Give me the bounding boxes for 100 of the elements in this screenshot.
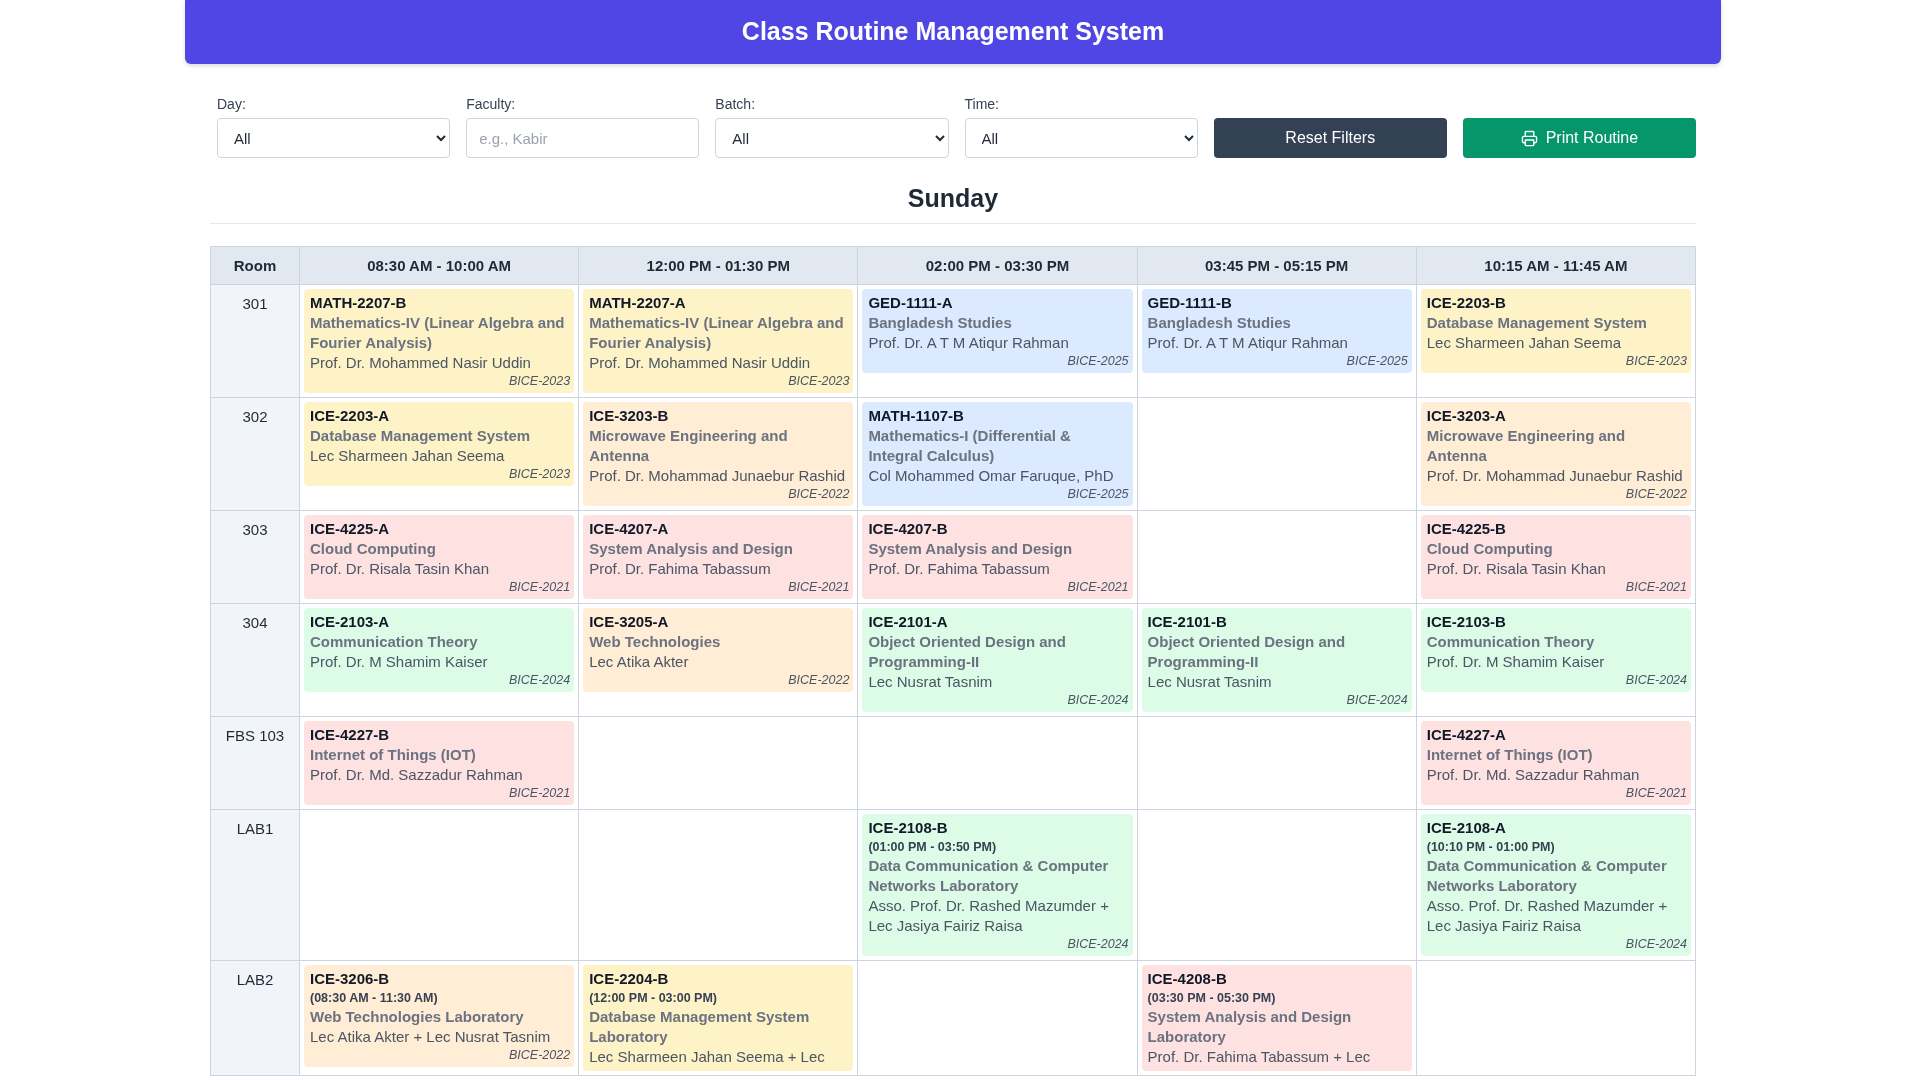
batch-label: BICE-2021 [788, 579, 850, 595]
printer-icon [1520, 129, 1538, 147]
faculty-name: Prof. Dr. Md. Sazzadur Rahman [1426, 765, 1641, 785]
batch-label: BICE-2024 [1625, 672, 1687, 688]
course-title: Web Technologies Laboratory [310, 1007, 525, 1027]
faculty-name: Lec Sharmeen Jahan Seema [1426, 333, 1623, 353]
batch-label: BICE-2022 [788, 486, 850, 502]
filter-dropdown[interactable]: All [964, 118, 1198, 158]
course-title: System Analysis and Design [589, 539, 794, 559]
course-title: Bangladesh Studies [1147, 313, 1292, 333]
print-routine-button[interactable]: Print Routine [1462, 118, 1696, 158]
filter-label: Batch: [715, 96, 757, 112]
faculty-name: Prof. Dr. M Shamim Kaiser [310, 652, 489, 672]
filter-label: Time: [964, 96, 1000, 112]
batch-label: BICE-2024 [1346, 692, 1408, 708]
course-code: GED-1111-B [1147, 293, 1233, 313]
course-code: ICE-2101-A [868, 612, 949, 632]
course-title: Cloud Computing [310, 539, 437, 559]
batch-label: BICE-2022 [788, 672, 850, 688]
faculty-name: Prof. Dr. M Shamim Kaiser [1426, 652, 1606, 672]
faculty-name: Prof. Dr. Mohammad Junaebur Rashid [589, 466, 847, 486]
course-title: Communication Theory [1426, 632, 1596, 652]
faculty-name: Prof. Dr. Fahima Tabassum [868, 559, 1051, 579]
course-title: Mathematics-I (Differential & Integral Calculus) [868, 426, 1072, 466]
course-code: ICE-4227-A [1426, 725, 1507, 745]
course-code: ICE-2203-A [310, 406, 391, 426]
course-code: ICE-2103-A [310, 612, 391, 632]
course-code: ICE-3205-A [589, 612, 670, 632]
class-time: (03:30 PM - 05:30 PM) [1147, 990, 1277, 1007]
room-cell: 304 [210, 603, 300, 717]
course-code: ICE-4207-B [868, 519, 949, 539]
faculty-name: Prof. Dr. Mohammad Junaebur Rashid [1426, 466, 1684, 486]
faculty-name: Asso. Prof. Dr. Rashed Mazumder + Lec Jasiya Fairiz Raisa [868, 896, 1110, 936]
faculty-name: Prof. Dr. Md. Sazzadur Rahman [310, 765, 524, 785]
filter-dropdown[interactable]: All [715, 118, 949, 158]
course-code: ICE-4227-B [310, 725, 391, 745]
room-cell: LAB2 [210, 960, 300, 1076]
batch-label: BICE-2025 [1067, 486, 1129, 502]
batch-label: BICE-2025 [1067, 353, 1129, 369]
faculty-name: Prof. Dr. Fahima Tabassum [589, 559, 772, 579]
course-code: MATH-2207-B [310, 293, 408, 313]
course-title: Cloud Computing [1426, 539, 1554, 559]
column-header: 02:00 PM - 03:30 PM [857, 246, 1138, 285]
course-code: ICE-2204-B [589, 969, 670, 989]
faculty-search-field[interactable]: e.g., Kabir [466, 118, 700, 158]
course-code: ICE-4208-B [1147, 969, 1228, 989]
batch-label: BICE-2025 [1346, 353, 1408, 369]
course-code: ICE-2108-B [868, 818, 949, 838]
batch-label: BICE-2021 [1067, 579, 1129, 595]
batch-label: BICE-2021 [1625, 579, 1687, 595]
course-code: MATH-1107-B [868, 406, 965, 426]
class-time: (12:00 PM - 03:00 PM) [589, 990, 718, 1007]
faculty-name: Lec Sharmeen Jahan Seema + Lec [589, 1047, 826, 1067]
batch-label: BICE-2023 [509, 466, 571, 482]
course-title: Data Communication & Computer Networks Laboratory [1426, 856, 1668, 896]
column-header: Room [210, 246, 300, 285]
room-cell: 301 [210, 284, 300, 398]
course-title: Microwave Engineering and Antenna [1426, 426, 1627, 466]
course-title: Data Communication & Computer Networks Laboratory [868, 856, 1110, 896]
course-code: ICE-2101-B [1147, 612, 1228, 632]
course-title: Database Management System [310, 426, 532, 446]
course-code: MATH-2207-A [589, 293, 687, 313]
column-header: 12:00 PM - 01:30 PM [578, 246, 858, 285]
batch-label: BICE-2021 [509, 579, 571, 595]
column-header: 10:15 AM - 11:45 AM [1416, 246, 1696, 285]
reset-filters-button[interactable]: Reset Filters [1213, 118, 1447, 158]
batch-label: BICE-2021 [509, 785, 571, 801]
filter-dropdown[interactable]: All [217, 118, 451, 158]
filter-label: Faculty: [466, 96, 517, 112]
class-time: (01:00 PM - 03:50 PM) [868, 839, 998, 856]
course-title: Mathematics-IV (Linear Algebra and Fourier Analysis) [589, 313, 845, 353]
course-code: ICE-2203-B [1426, 293, 1507, 313]
batch-label: BICE-2021 [1625, 785, 1687, 801]
faculty-name: Col Mohammed Omar Faruque, PhD [868, 466, 1115, 486]
course-code: ICE-4225-A [310, 519, 391, 539]
faculty-name: Prof. Dr. Risala Tasin Khan [310, 559, 490, 579]
class-time: (10:10 PM - 01:00 PM) [1426, 839, 1556, 856]
batch-label: BICE-2024 [1067, 936, 1129, 952]
faculty-name: Lec Atika Akter + Lec Nusrat Tasnim [310, 1027, 552, 1047]
room-cell: 302 [210, 397, 300, 511]
course-code: ICE-3203-A [1426, 406, 1507, 426]
course-title: System Analysis and Design [868, 539, 1074, 559]
room-cell: LAB1 [210, 809, 300, 961]
course-title: Web Technologies [589, 632, 722, 652]
faculty-name: Lec Nusrat Tasnim [1147, 672, 1273, 692]
batch-label: BICE-2024 [509, 672, 571, 688]
faculty-name: Prof. Dr. Mohammed Nasir Uddin [589, 353, 812, 373]
course-title: System Analysis and Design Laboratory [1147, 1007, 1353, 1047]
batch-label: BICE-2022 [1625, 486, 1687, 502]
faculty-name: Prof. Dr. Fahima Tabassum + Lec [1147, 1047, 1372, 1067]
column-header: 08:30 AM - 10:00 AM [299, 246, 579, 285]
course-title: Object Oriented Design and Programming-II [868, 632, 1067, 672]
course-title: Internet of Things (IOT) [310, 745, 477, 765]
room-cell: FBS 103 [210, 716, 300, 810]
faculty-name: Prof. Dr. Risala Tasin Khan [1426, 559, 1607, 579]
faculty-name: Prof. Dr. A T M Atiqur Rahman [868, 333, 1070, 353]
batch-label: BICE-2022 [509, 1047, 571, 1063]
course-title: Mathematics-IV (Linear Algebra and Fourier Analysis) [310, 313, 566, 353]
batch-label: BICE-2023 [509, 373, 571, 389]
course-code: ICE-3206-B [310, 969, 391, 989]
